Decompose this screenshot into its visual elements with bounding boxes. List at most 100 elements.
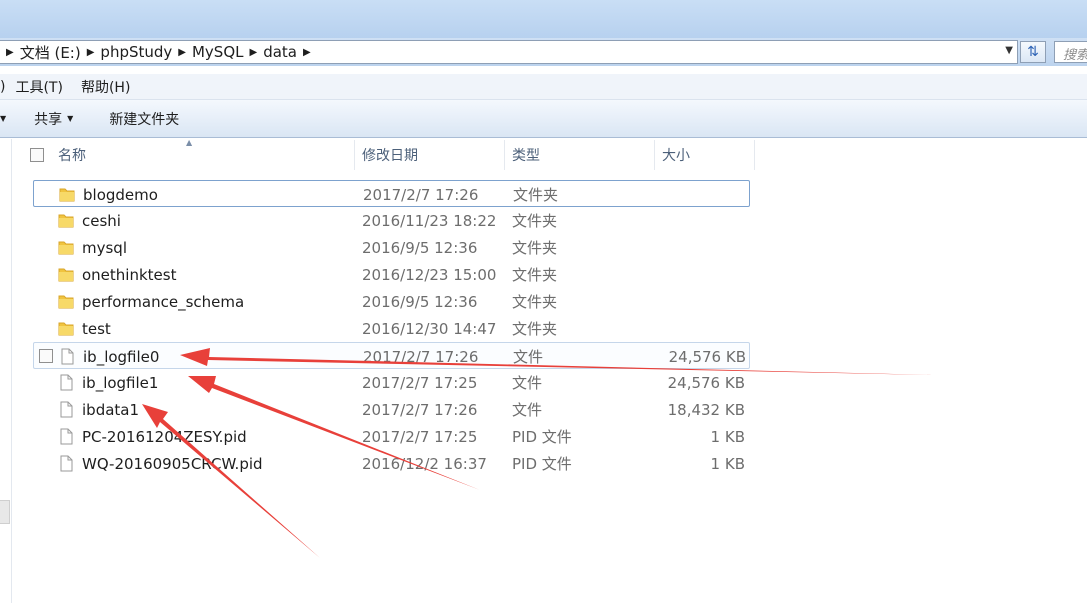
file-row[interactable]: onethinktest 2016/12/23 15:00 文件夹 <box>33 261 750 288</box>
file-row[interactable]: mysql 2016/9/5 12:36 文件夹 <box>33 234 750 261</box>
menu-bar: ) 工具(T) 帮助(H) <box>0 74 1087 100</box>
file-date: 2017/2/7 17:25 <box>362 373 478 392</box>
column-header: ▲ 名称 修改日期 类型 大小 <box>20 138 755 170</box>
title-bar <box>0 0 1087 38</box>
file-date: 2016/12/30 14:47 <box>362 319 497 338</box>
file-type: 文件 <box>512 401 543 419</box>
file-row[interactable]: performance_schema 2016/9/5 12:36 文件夹 <box>33 288 750 315</box>
file-row[interactable]: test 2016/12/30 14:47 文件夹 <box>33 315 750 342</box>
toolbar-overflow-caret[interactable]: ▼ <box>0 114 6 123</box>
file-name: ibdata1 <box>82 400 140 419</box>
file-name: PC-20161204ZESY.pid <box>82 427 247 446</box>
file-icon <box>57 374 75 391</box>
breadcrumb-arrow-icon[interactable]: ▶ <box>250 47 258 58</box>
file-size <box>593 234 745 261</box>
file-date: 2017/2/7 17:25 <box>362 427 478 446</box>
folder-icon <box>57 212 75 229</box>
file-name: mysql <box>82 238 127 257</box>
search-input[interactable]: 搜索 <box>1054 41 1087 63</box>
file-size: 24,576 KB <box>668 347 746 366</box>
folder-icon <box>57 293 75 310</box>
folder-icon <box>57 239 75 256</box>
file-type: 文件 <box>513 348 544 366</box>
file-row[interactable]: blogdemo 2017/2/7 17:26 文件夹 <box>33 180 750 207</box>
address-row: ▶ 文档 (E:) ▶ phpStudy ▶ MySQL ▶ data ▶ ▼ ⇅ 搜索 <box>0 38 1087 66</box>
breadcrumb-root-arrow[interactable]: ▶ <box>0 41 20 63</box>
file-size <box>593 207 745 234</box>
file-type: 文件夹 <box>512 320 558 338</box>
menu-item-help[interactable]: 帮助(H) <box>81 77 130 97</box>
refresh-button[interactable]: ⇅ <box>1020 41 1046 63</box>
file-date: 2017/2/7 17:26 <box>363 347 479 366</box>
folder-icon <box>57 266 75 283</box>
file-size <box>594 181 746 208</box>
file-name: ceshi <box>82 211 121 230</box>
file-row[interactable]: ibdata1 2017/2/7 17:26 文件 18,432 KB <box>33 396 750 423</box>
breadcrumb-arrow-icon[interactable]: ▶ <box>303 47 311 58</box>
file-size: 1 KB <box>710 427 745 446</box>
row-checkbox[interactable] <box>39 349 53 363</box>
new-folder-button[interactable]: 新建文件夹 <box>109 109 179 129</box>
file-row[interactable]: WQ-20160905CRCW.pid 2016/12/2 16:37 PID 文件… <box>33 450 750 477</box>
share-button[interactable]: 共享 ▼ <box>34 109 73 129</box>
file-date: 2016/11/23 18:22 <box>362 211 497 230</box>
file-date: 2016/9/5 12:36 <box>362 292 478 311</box>
file-type: 文件夹 <box>512 266 558 284</box>
breadcrumb-drive[interactable]: 文档 (E:) ▶ <box>20 41 101 63</box>
file-icon <box>57 455 75 472</box>
file-name: performance_schema <box>82 292 245 311</box>
file-type: 文件 <box>512 374 543 392</box>
column-type[interactable]: 类型 <box>505 140 655 170</box>
file-icon <box>58 348 76 365</box>
file-size <box>593 315 745 342</box>
file-date: 2017/2/7 17:26 <box>362 400 478 419</box>
file-row[interactable]: ib_logfile1 2017/2/7 17:25 文件 24,576 KB <box>33 369 750 396</box>
file-icon <box>57 401 75 418</box>
breadcrumb-mysql[interactable]: MySQL ▶ <box>192 41 263 63</box>
folder-icon <box>57 320 75 337</box>
file-type: 文件夹 <box>512 293 558 311</box>
address-bar[interactable]: ▶ 文档 (E:) ▶ phpStudy ▶ MySQL ▶ data ▶ ▼ <box>0 40 1018 64</box>
column-name[interactable]: 名称 <box>20 140 355 170</box>
file-name: onethinktest <box>82 265 177 284</box>
file-name: ib_logfile1 <box>82 373 159 392</box>
file-name: WQ-20160905CRCW.pid <box>82 454 263 473</box>
menu-item-truncated[interactable]: ) <box>0 79 5 95</box>
breadcrumb-arrow-icon: ▶ <box>6 46 14 58</box>
breadcrumb-phpstudy[interactable]: phpStudy ▶ <box>100 41 192 63</box>
file-size: 24,576 KB <box>667 373 745 392</box>
command-toolbar: ▼ 共享 ▼ 新建文件夹 <box>0 100 1087 138</box>
breadcrumb-arrow-icon[interactable]: ▶ <box>178 47 186 58</box>
file-row[interactable]: PC-20161204ZESY.pid 2017/2/7 17:25 PID 文件 1… <box>33 423 750 450</box>
address-dropdown-icon[interactable]: ▼ <box>1005 45 1013 56</box>
file-size <box>593 288 745 315</box>
file-date: 2017/2/7 17:26 <box>363 185 479 204</box>
file-row[interactable]: ib_logfile0 2017/2/7 17:26 文件 24,576 KB <box>33 342 750 369</box>
file-size: 1 KB <box>710 454 745 473</box>
column-size[interactable]: 大小 <box>655 140 755 170</box>
breadcrumb-arrow-icon[interactable]: ▶ <box>87 47 95 58</box>
menu-item-tools[interactable]: 工具(T) <box>15 77 62 97</box>
caret-down-icon: ▼ <box>67 114 74 123</box>
file-row[interactable]: ceshi 2016/11/23 18:22 文件夹 <box>33 207 750 234</box>
refresh-icon: ⇅ <box>1027 44 1039 60</box>
file-date: 2016/12/2 16:37 <box>362 454 487 473</box>
file-date: 2016/12/23 15:00 <box>362 265 497 284</box>
caret-down-icon: ▼ <box>0 114 7 123</box>
file-size <box>593 261 745 288</box>
file-type: PID 文件 <box>512 455 572 473</box>
file-type: PID 文件 <box>512 428 572 446</box>
column-date[interactable]: 修改日期 <box>355 140 505 170</box>
file-type: 文件夹 <box>513 186 559 204</box>
file-size: 18,432 KB <box>667 400 745 419</box>
file-type: 文件夹 <box>512 239 558 257</box>
nav-pane-scroll-thumb[interactable] <box>0 500 10 524</box>
navigation-pane <box>0 139 12 603</box>
breadcrumb-data[interactable]: data ▶ <box>263 41 317 63</box>
file-icon <box>57 428 75 445</box>
file-name: blogdemo <box>83 185 158 204</box>
folder-icon <box>58 186 76 203</box>
file-name: ib_logfile0 <box>83 347 160 366</box>
file-name: test <box>82 319 111 338</box>
file-type: 文件夹 <box>512 212 558 230</box>
